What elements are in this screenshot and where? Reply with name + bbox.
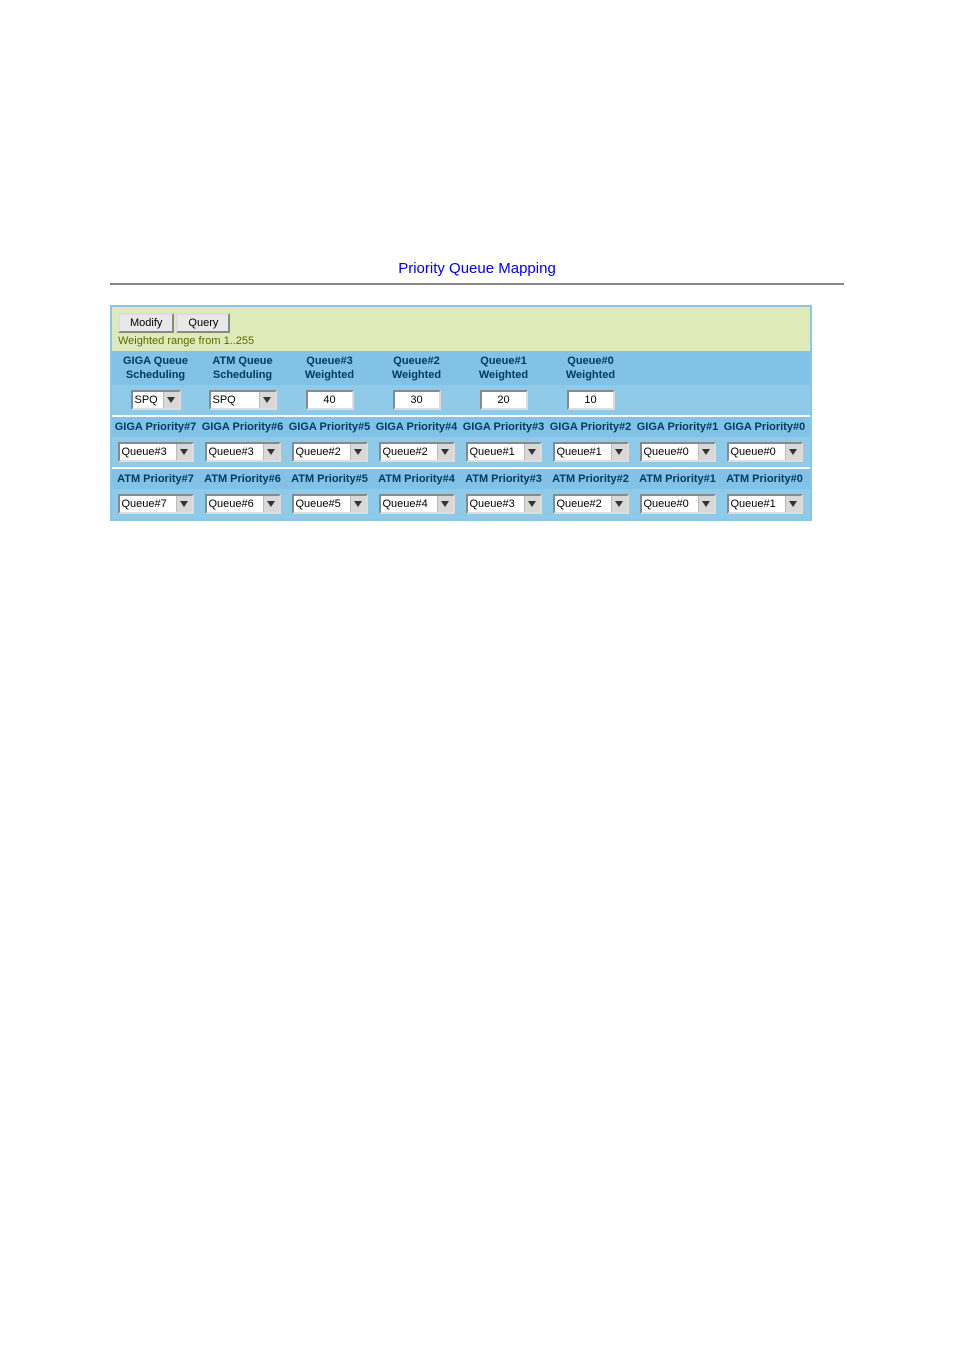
chevron-down-icon[interactable] [698,444,714,460]
chevron-down-icon[interactable] [785,444,801,460]
atm-p6-value[interactable] [207,496,263,512]
hdr-q1-weighted: Queue#1 Weighted [460,351,547,385]
hdr-atm-p2: ATM Priority#2 [547,469,634,489]
giga-p0-value[interactable] [729,444,785,460]
atm-p1-select[interactable] [640,494,716,514]
atm-p7-select[interactable] [118,494,194,514]
hdr-q3-weighted: Queue#3 Weighted [286,351,373,385]
giga-p1-value[interactable] [642,444,698,460]
q1-weighted-input[interactable] [480,390,528,410]
chevron-down-icon[interactable] [611,496,627,512]
atm-p1-value[interactable] [642,496,698,512]
atm-p2-value[interactable] [555,496,611,512]
hdr-giga-p1: GIGA Priority#1 [634,417,721,437]
hdr-atm-p0: ATM Priority#0 [721,469,808,489]
giga-p2-value[interactable] [555,444,611,460]
chevron-down-icon[interactable] [350,444,366,460]
hdr-giga-p3: GIGA Priority#3 [460,417,547,437]
hdr-giga-p4: GIGA Priority#4 [373,417,460,437]
atm-p4-select[interactable] [379,494,455,514]
atm-p3-value[interactable] [468,496,524,512]
atm-p4-value[interactable] [381,496,437,512]
scheduling-header-row: GIGA Queue Scheduling ATM Queue Scheduli… [112,351,810,385]
hdr-giga-p5: GIGA Priority#5 [286,417,373,437]
chevron-down-icon[interactable] [163,392,179,408]
chevron-down-icon[interactable] [176,444,192,460]
hdr-atm-p1: ATM Priority#1 [634,469,721,489]
giga-sched-select[interactable] [131,390,181,410]
hdr-empty-1 [634,351,721,385]
hdr-giga-p6: GIGA Priority#6 [199,417,286,437]
atm-priority-control-row [112,489,810,519]
giga-p0-select[interactable] [727,442,803,462]
giga-p7-select[interactable] [118,442,194,462]
giga-p2-select[interactable] [553,442,629,462]
giga-priority-header-row: GIGA Priority#7 GIGA Priority#6 GIGA Pri… [112,417,810,437]
atm-p2-select[interactable] [553,494,629,514]
giga-sched-value[interactable] [133,392,163,408]
atm-sched-select[interactable] [209,390,277,410]
weighted-hint: Weighted range from 1..255 [118,335,804,347]
chevron-down-icon[interactable] [176,496,192,512]
q3-weighted-input[interactable] [306,390,354,410]
chevron-down-icon[interactable] [524,496,540,512]
giga-p4-value[interactable] [381,444,437,460]
hdr-giga-p0: GIGA Priority#0 [721,417,808,437]
atm-priority-header-row: ATM Priority#7 ATM Priority#6 ATM Priori… [112,469,810,489]
page-title: Priority Queue Mapping [110,260,844,283]
q2-weighted-input[interactable] [393,390,441,410]
q0-weighted-input[interactable] [567,390,615,410]
chevron-down-icon[interactable] [524,444,540,460]
chevron-down-icon[interactable] [259,392,275,408]
atm-p0-select[interactable] [727,494,803,514]
hdr-empty-2 [721,351,808,385]
atm-p5-select[interactable] [292,494,368,514]
chevron-down-icon[interactable] [611,444,627,460]
hdr-atm-p7: ATM Priority#7 [112,469,199,489]
hdr-giga-p7: GIGA Priority#7 [112,417,199,437]
chevron-down-icon[interactable] [350,496,366,512]
giga-p6-select[interactable] [205,442,281,462]
atm-p5-value[interactable] [294,496,350,512]
giga-p3-value[interactable] [468,444,524,460]
hdr-q0-weighted: Queue#0 Weighted [547,351,634,385]
atm-p7-value[interactable] [120,496,176,512]
giga-p5-select[interactable] [292,442,368,462]
giga-priority-control-row [112,437,810,467]
chevron-down-icon[interactable] [785,496,801,512]
query-button[interactable]: Query [176,313,230,333]
scheduling-control-row [112,385,810,415]
atm-p0-value[interactable] [729,496,785,512]
hdr-atm-p5: ATM Priority#5 [286,469,373,489]
chevron-down-icon[interactable] [437,444,453,460]
title-separator [110,283,844,285]
giga-p1-select[interactable] [640,442,716,462]
hdr-atm-p4: ATM Priority#4 [373,469,460,489]
atm-p3-select[interactable] [466,494,542,514]
hdr-atm-p3: ATM Priority#3 [460,469,547,489]
hdr-giga-p2: GIGA Priority#2 [547,417,634,437]
toolbar: Modify Query Weighted range from 1..255 [112,307,810,351]
giga-p6-value[interactable] [207,444,263,460]
atm-p6-select[interactable] [205,494,281,514]
hdr-atm-p6: ATM Priority#6 [199,469,286,489]
chevron-down-icon[interactable] [698,496,714,512]
atm-sched-value[interactable] [211,392,259,408]
chevron-down-icon[interactable] [263,444,279,460]
hdr-atm-sched: ATM Queue Scheduling [199,351,286,385]
modify-button[interactable]: Modify [118,313,174,333]
mapping-table: Modify Query Weighted range from 1..255 … [110,305,812,521]
giga-p7-value[interactable] [120,444,176,460]
hdr-q2-weighted: Queue#2 Weighted [373,351,460,385]
chevron-down-icon[interactable] [263,496,279,512]
hdr-giga-sched: GIGA Queue Scheduling [112,351,199,385]
chevron-down-icon[interactable] [437,496,453,512]
giga-p4-select[interactable] [379,442,455,462]
giga-p3-select[interactable] [466,442,542,462]
giga-p5-value[interactable] [294,444,350,460]
